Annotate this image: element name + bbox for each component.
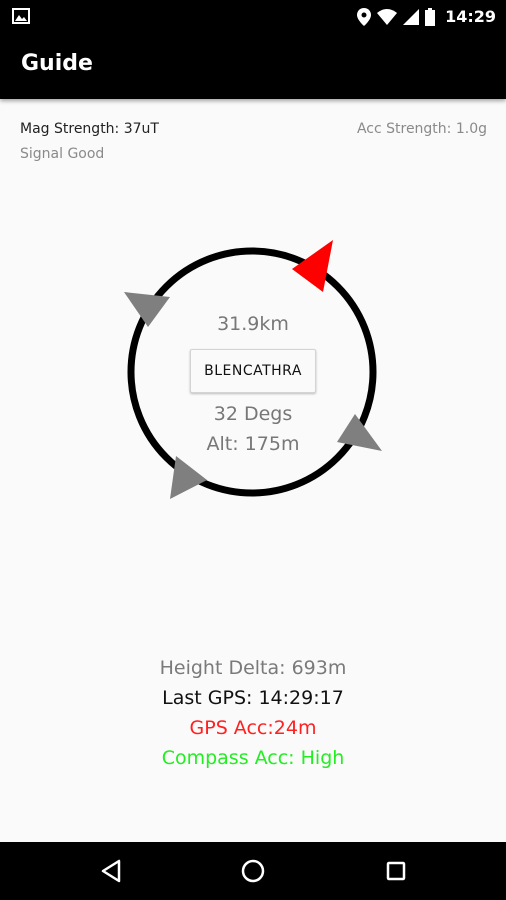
target-name-button[interactable]: BLENCATHRA <box>190 349 316 393</box>
app-bar: Guide <box>0 33 506 99</box>
altitude-label: Alt: 175m <box>206 433 300 455</box>
battery-icon <box>425 7 436 26</box>
navigation-bar <box>0 842 506 900</box>
last-gps-label: Last GPS: 14:29:17 <box>162 687 344 709</box>
recents-icon[interactable] <box>381 856 411 886</box>
status-bar: 14:29 <box>0 0 506 33</box>
guide-content: Mag Strength: 37uT Signal Good Acc Stren… <box>0 99 506 842</box>
status-icons: 14:29 <box>357 0 496 33</box>
back-icon[interactable] <box>97 856 127 886</box>
home-icon[interactable] <box>238 856 268 886</box>
status-time: 14:29 <box>445 7 496 26</box>
wifi-icon <box>377 8 398 25</box>
gps-accuracy-label: GPS Acc:24m <box>189 717 317 739</box>
height-delta-label: Height Delta: 693m <box>159 657 347 679</box>
gallery-icon <box>12 8 30 24</box>
compass-marker-sw <box>170 456 207 499</box>
bearing-label: 32 Degs <box>213 403 293 425</box>
location-pin-icon <box>357 7 372 26</box>
page-title: Guide <box>21 51 93 76</box>
cell-signal-icon <box>403 8 420 25</box>
compass-accuracy-label: Compass Acc: High <box>161 747 345 769</box>
target-direction-marker <box>292 240 333 292</box>
distance-label: 31.9km <box>217 313 289 335</box>
